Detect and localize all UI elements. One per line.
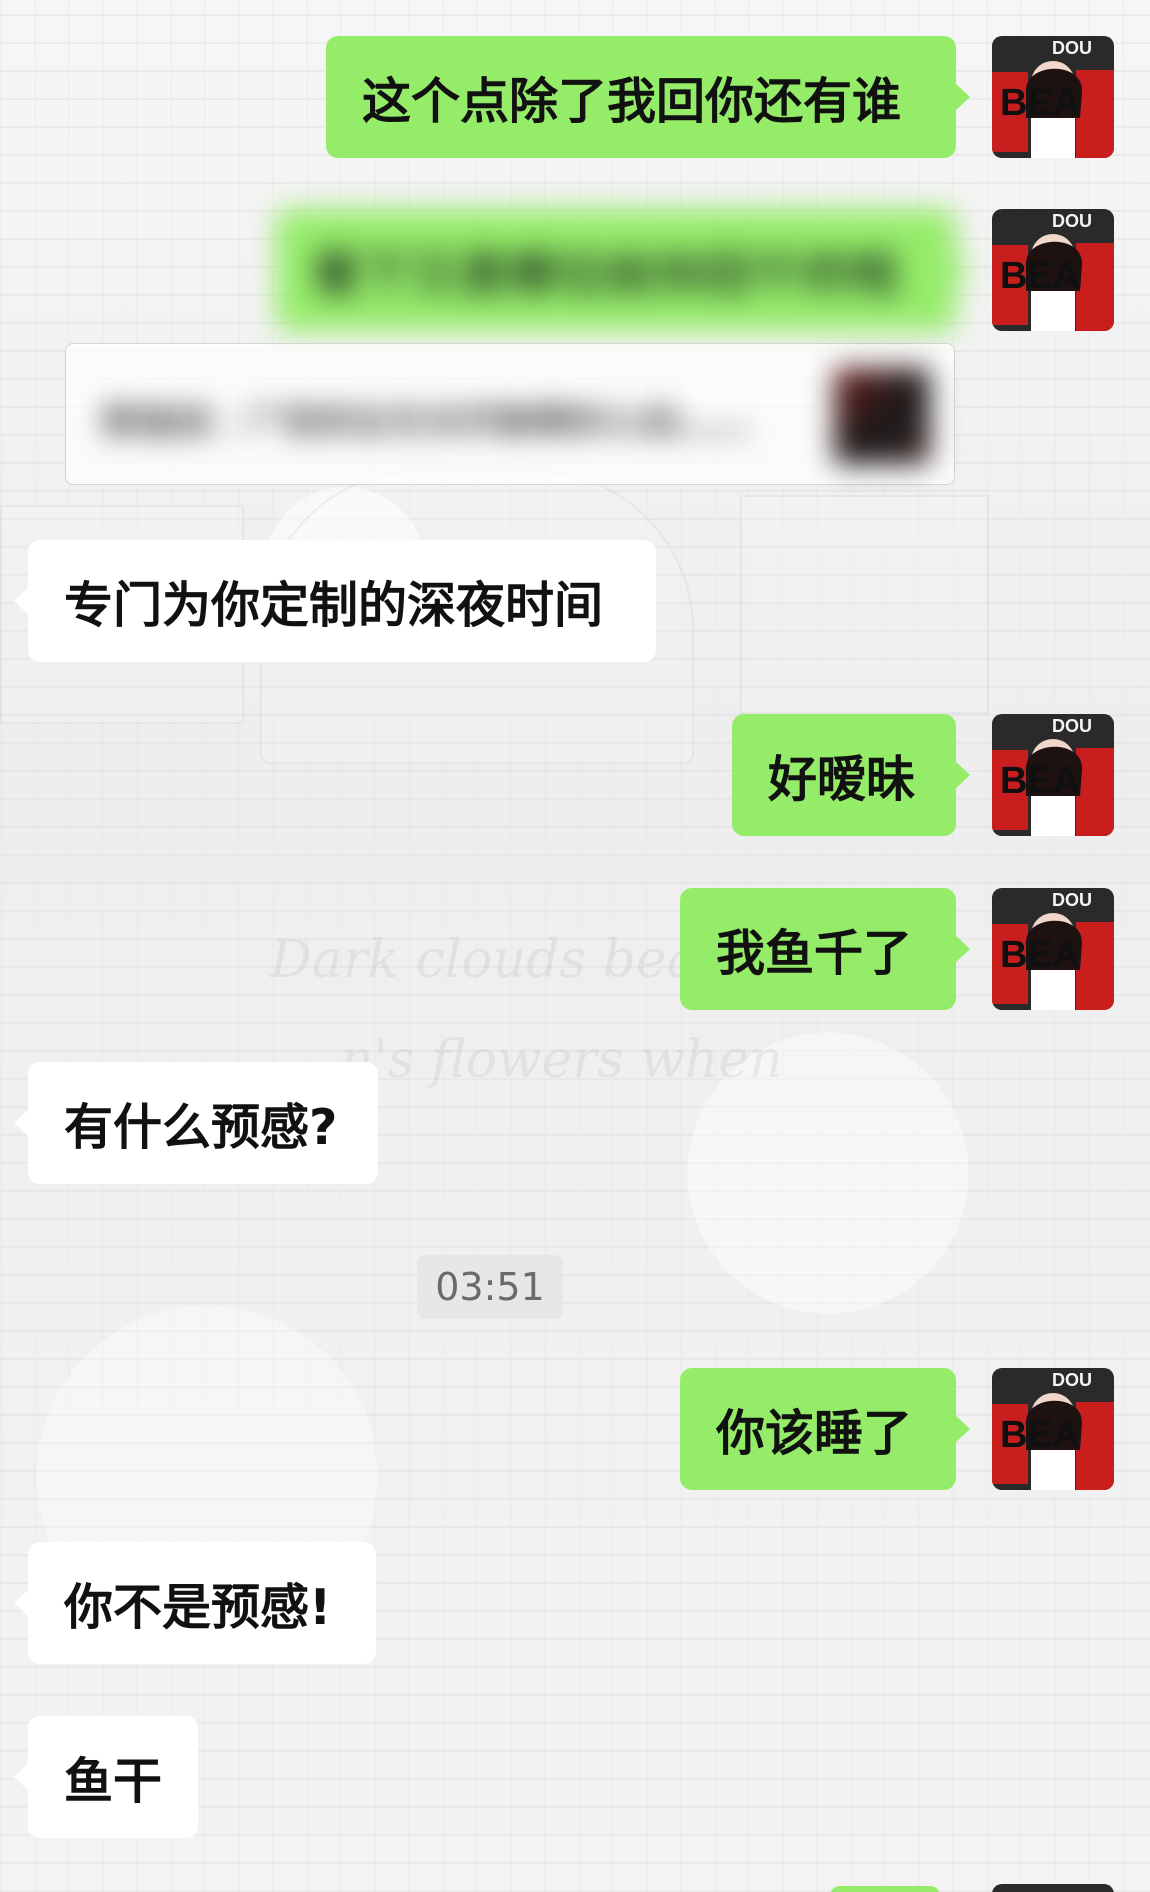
next-message-peek (830, 1886, 940, 1892)
message-bubble[interactable]: 这个点除了我回你还有谁 (326, 36, 956, 158)
avatar-image: BEA DOU (992, 888, 1114, 1010)
message-text: 我鱼千了 (716, 924, 913, 982)
quoted-image-thumbnail (834, 368, 930, 464)
background-script-line-1: Dark clouds bea (270, 930, 698, 990)
background-card-right (740, 495, 989, 714)
message-bubble[interactable]: 好暧昧 (732, 714, 956, 836)
avatar-image: BEA DOU (992, 209, 1114, 331)
quoted-text: 那谁说：广告的女生也可能帮好心动…… (102, 403, 751, 436)
svg-text:DOU: DOU (1052, 211, 1092, 231)
message-text: 有什么预感? (64, 1098, 338, 1156)
self-avatar[interactable]: BEA DOU (992, 209, 1114, 331)
message-bubble[interactable]: 有什么预感? (28, 1062, 378, 1184)
message-text: 好暧昧 (768, 750, 916, 808)
avatar-image: BEA DOU (992, 36, 1114, 158)
next-avatar-peek (992, 1884, 1114, 1892)
timestamp: 03:51 (417, 1255, 563, 1319)
svg-text:BEA: BEA (1000, 934, 1080, 976)
svg-text:BEA: BEA (1000, 1414, 1080, 1456)
message-bubble[interactable]: 我鱼千了 (680, 888, 956, 1010)
message-text: 这个点除了我回你还有谁 (362, 72, 902, 130)
message-text: 看下又是哪位给你回千的啦 (312, 245, 901, 303)
svg-text:DOU: DOU (1052, 1370, 1092, 1390)
quoted-message[interactable]: 那谁说：广告的女生也可能帮好心动…… (65, 343, 955, 485)
chat-window: Dark clouds bea n's flowers when 这个点除了我回… (0, 0, 1150, 1892)
svg-text:DOU: DOU (1052, 716, 1092, 736)
message-text: 你该睡了 (716, 1404, 913, 1462)
self-avatar[interactable]: BEA DOU (992, 888, 1114, 1010)
self-avatar[interactable]: BEA DOU (992, 36, 1114, 158)
svg-text:DOU: DOU (1052, 890, 1092, 910)
message-bubble[interactable]: 你该睡了 (680, 1368, 956, 1490)
svg-text:BEA: BEA (1000, 82, 1080, 124)
message-bubble[interactable]: 你不是预感! (28, 1542, 376, 1664)
message-text: 鱼干 (64, 1752, 163, 1810)
message-text: 你不是预感! (64, 1578, 332, 1636)
svg-text:BEA: BEA (1000, 255, 1080, 297)
svg-text:DOU: DOU (1052, 38, 1092, 58)
svg-text:BEA: BEA (1000, 760, 1080, 802)
message-bubble[interactable]: 鱼干 (28, 1716, 198, 1838)
self-avatar[interactable]: BEA DOU (992, 1368, 1114, 1490)
message-text: 专门为你定制的深夜时间 (64, 576, 604, 634)
message-bubble[interactable]: 专门为你定制的深夜时间 (28, 540, 656, 662)
self-avatar[interactable]: BEA DOU (992, 714, 1114, 836)
avatar-image: BEA DOU (992, 714, 1114, 836)
background-script-line-2: n's flowers when (340, 1030, 783, 1090)
message-bubble[interactable]: 看下又是哪位给你回千的啦 (276, 209, 956, 331)
avatar-image: BEA DOU (992, 1368, 1114, 1490)
